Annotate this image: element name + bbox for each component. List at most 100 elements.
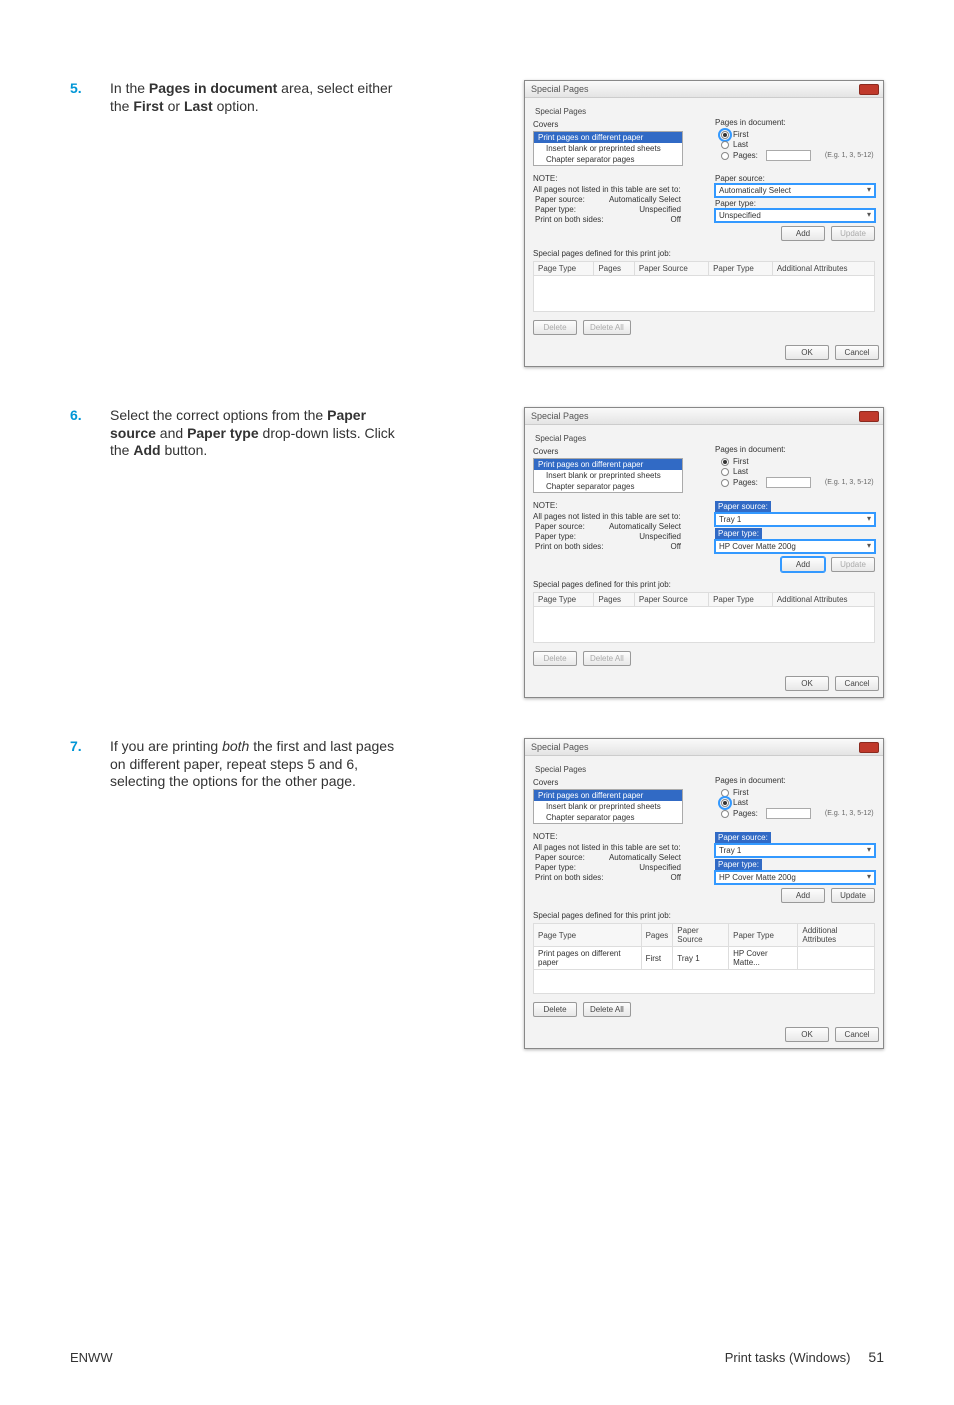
pages-input[interactable]	[766, 808, 811, 819]
footer-left: ENWW	[70, 1350, 113, 1365]
covers-list[interactable]: Print pages on different paper Insert bl…	[533, 789, 683, 824]
close-icon[interactable]	[859, 411, 879, 422]
table-row[interactable]: Print pages on different paper First Tra…	[534, 947, 875, 970]
list-item[interactable]: Chapter separator pages	[534, 154, 682, 165]
paper-type-select[interactable]: HP Cover Matte 200g	[715, 871, 875, 884]
pages-example: (E.g. 1, 3, 5-12)	[825, 479, 874, 486]
list-item[interactable]: Print pages on different paper	[534, 132, 682, 143]
print-both-sides-label: Print on both sides:	[535, 215, 603, 224]
add-button[interactable]: Add	[781, 226, 825, 241]
paper-type-value: Unspecified	[639, 863, 681, 872]
note-subtitle: All pages not listed in this table are s…	[533, 185, 683, 194]
radio-last[interactable]	[721, 468, 729, 476]
radio-first[interactable]	[721, 131, 729, 139]
footer-section: Print tasks (Windows)	[725, 1350, 851, 1365]
paper-source-label: Paper source:	[715, 832, 771, 843]
pages-example: (E.g. 1, 3, 5-12)	[825, 810, 874, 817]
paper-source-value: Automatically Select	[609, 853, 681, 862]
note-title: NOTE:	[533, 501, 683, 510]
group-label: Special Pages	[535, 434, 875, 443]
paper-source-select[interactable]: Tray 1	[715, 844, 875, 857]
delete-button[interactable]: Delete	[533, 651, 577, 666]
delete-button[interactable]: Delete	[533, 1002, 577, 1017]
cancel-button[interactable]: Cancel	[835, 676, 879, 691]
step-number: 6.	[70, 407, 90, 423]
paper-type-value: Unspecified	[639, 532, 681, 541]
radio-first[interactable]	[721, 458, 729, 466]
list-item[interactable]: Chapter separator pages	[534, 812, 682, 823]
list-item[interactable]: Chapter separator pages	[534, 481, 682, 492]
paper-source-select[interactable]: Automatically Select	[715, 184, 875, 197]
paper-source-label: Paper source:	[535, 853, 585, 862]
cancel-button[interactable]: Cancel	[835, 1027, 879, 1042]
delete-all-button[interactable]: Delete All	[583, 1002, 631, 1017]
col-additional: Additional Attributes	[798, 924, 875, 947]
special-pages-dialog: Special Pages Special Pages Covers Print…	[524, 80, 884, 367]
table-caption: Special pages defined for this print job…	[533, 249, 875, 258]
print-both-sides-value: Off	[670, 215, 681, 224]
table-row	[534, 970, 875, 994]
print-both-sides-label: Print on both sides:	[535, 873, 603, 882]
covers-label: Covers	[533, 778, 683, 787]
add-button[interactable]: Add	[781, 557, 825, 572]
covers-label: Covers	[533, 447, 683, 456]
add-button[interactable]: Add	[781, 888, 825, 903]
radio-last[interactable]	[721, 799, 729, 807]
update-button[interactable]: Update	[831, 226, 875, 241]
col-paper-source: Paper Source	[673, 924, 729, 947]
paper-type-select[interactable]: HP Cover Matte 200g	[715, 540, 875, 553]
cell-pages: First	[641, 947, 673, 970]
dialog-title: Special Pages	[525, 739, 883, 756]
delete-button[interactable]: Delete	[533, 320, 577, 335]
close-icon[interactable]	[859, 84, 879, 95]
radio-pages[interactable]	[721, 479, 729, 487]
covers-list[interactable]: Print pages on different paper Insert bl…	[533, 131, 683, 166]
col-paper-type: Paper Type	[729, 924, 798, 947]
close-icon[interactable]	[859, 742, 879, 753]
table-row	[534, 276, 875, 312]
ok-button[interactable]: OK	[785, 676, 829, 691]
page-footer: ENWW Print tasks (Windows) 51	[70, 1349, 884, 1365]
print-both-sides-label: Print on both sides:	[535, 542, 603, 551]
paper-type-select[interactable]: Unspecified	[715, 209, 875, 222]
col-page-type: Page Type	[534, 262, 594, 276]
print-both-sides-value: Off	[670, 873, 681, 882]
table-row	[534, 607, 875, 643]
list-item[interactable]: Insert blank or preprinted sheets	[534, 143, 682, 154]
paper-source-label: Paper source:	[535, 195, 585, 204]
note-title: NOTE:	[533, 174, 683, 183]
cancel-button[interactable]: Cancel	[835, 345, 879, 360]
list-item[interactable]: Print pages on different paper	[534, 790, 682, 801]
paper-source-label: Paper source:	[535, 522, 585, 531]
radio-last-label: Last	[733, 467, 748, 476]
col-page-type: Page Type	[534, 593, 594, 607]
pages-input[interactable]	[766, 150, 811, 161]
ok-button[interactable]: OK	[785, 345, 829, 360]
radio-pages[interactable]	[721, 810, 729, 818]
paper-type-label: Paper type:	[535, 532, 576, 541]
ok-button[interactable]: OK	[785, 1027, 829, 1042]
update-button[interactable]: Update	[831, 557, 875, 572]
paper-source-select[interactable]: Tray 1	[715, 513, 875, 526]
radio-last-label: Last	[733, 798, 748, 807]
paper-source-value: Automatically Select	[609, 522, 681, 531]
radio-pages-label: Pages:	[733, 151, 758, 160]
step-number: 5.	[70, 80, 90, 96]
update-button[interactable]: Update	[831, 888, 875, 903]
dialog-title: Special Pages	[525, 81, 883, 98]
paper-type-label: Paper type:	[715, 528, 762, 539]
paper-source-value: Automatically Select	[609, 195, 681, 204]
delete-all-button[interactable]: Delete All	[583, 320, 631, 335]
special-pages-table: Page Type Pages Paper Source Paper Type …	[533, 592, 875, 643]
covers-label: Covers	[533, 120, 683, 129]
delete-all-button[interactable]: Delete All	[583, 651, 631, 666]
list-item[interactable]: Print pages on different paper	[534, 459, 682, 470]
list-item[interactable]: Insert blank or preprinted sheets	[534, 470, 682, 481]
list-item[interactable]: Insert blank or preprinted sheets	[534, 801, 682, 812]
special-pages-dialog: Special Pages Special Pages Covers Print…	[524, 738, 884, 1049]
covers-list[interactable]: Print pages on different paper Insert bl…	[533, 458, 683, 493]
radio-last[interactable]	[721, 141, 729, 149]
radio-pages[interactable]	[721, 152, 729, 160]
radio-first[interactable]	[721, 789, 729, 797]
pages-input[interactable]	[766, 477, 811, 488]
